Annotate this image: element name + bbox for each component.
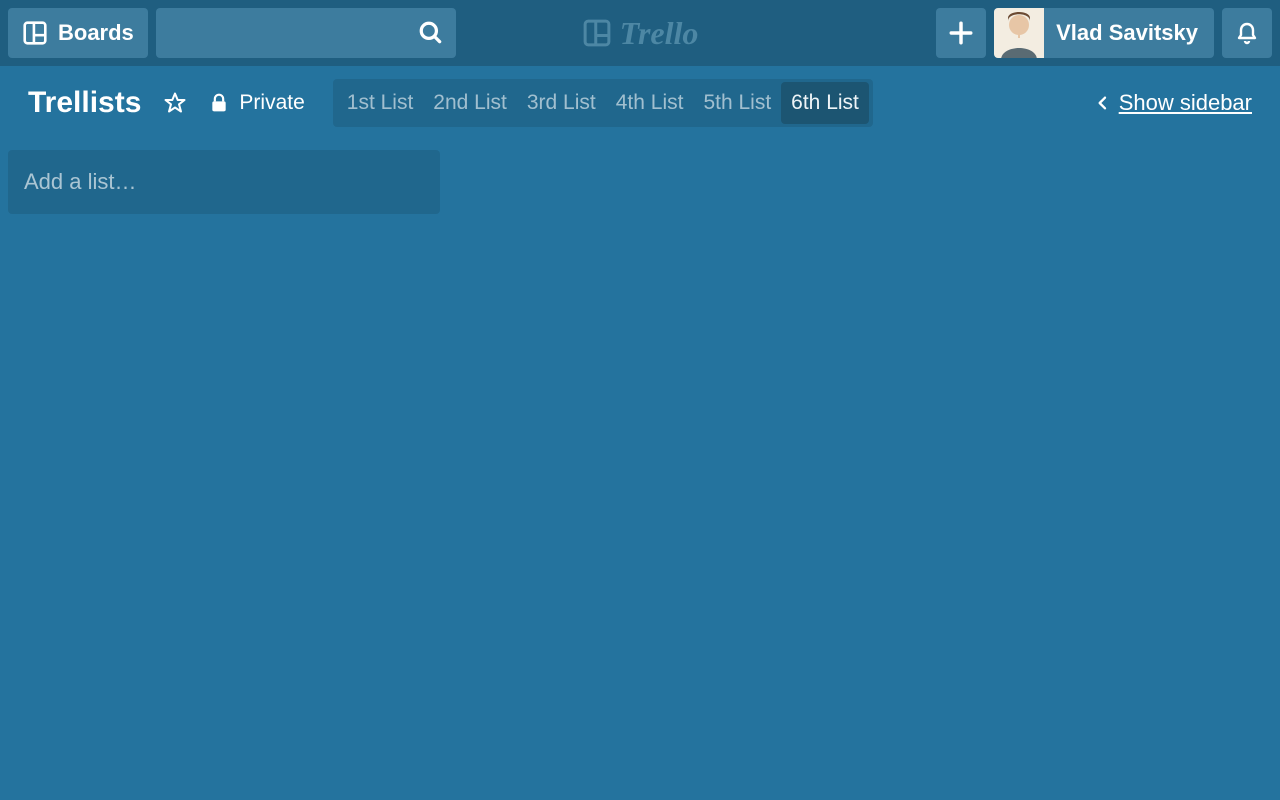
list-tab-label: 6th List (791, 91, 859, 115)
boards-button[interactable]: Boards (8, 8, 148, 58)
search-input[interactable] (156, 8, 456, 58)
list-tab-label: 1st List (347, 91, 414, 115)
list-tab-5[interactable]: 5th List (693, 82, 781, 124)
brand-board-icon (582, 18, 612, 48)
search-icon (418, 20, 444, 46)
list-tabs: 1st List 2nd List 3rd List 4th List 5th List… (333, 79, 873, 127)
board-body: Add a list… (0, 140, 1280, 224)
lock-icon (209, 92, 229, 114)
list-tab-1[interactable]: 1st List (337, 82, 424, 124)
list-tab-2[interactable]: 2nd List (423, 82, 517, 124)
list-tab-4[interactable]: 4th List (606, 82, 694, 124)
board-icon (22, 20, 48, 46)
user-menu[interactable]: Vlad Savitsky (994, 8, 1214, 58)
list-tab-label: 5th List (703, 91, 771, 115)
board-title[interactable]: Trellists (28, 86, 141, 120)
star-button[interactable] (159, 87, 191, 119)
chevron-left-icon (1095, 93, 1111, 113)
show-sidebar-button[interactable]: Show sidebar (1095, 90, 1252, 116)
plus-icon (948, 20, 974, 46)
list-tab-label: 3rd List (527, 91, 596, 115)
boards-button-label: Boards (58, 20, 134, 46)
show-sidebar-label: Show sidebar (1119, 90, 1252, 116)
list-tab-6[interactable]: 6th List (781, 82, 869, 124)
visibility-label: Private (239, 91, 304, 115)
list-tab-label: 4th List (616, 91, 684, 115)
add-list-button[interactable]: Add a list… (8, 150, 440, 214)
list-tab-label: 2nd List (433, 91, 507, 115)
add-list-label: Add a list… (24, 169, 137, 195)
visibility-button[interactable]: Private (209, 91, 304, 115)
top-nav: Boards Trello (0, 0, 1280, 66)
notifications-button[interactable] (1222, 8, 1272, 58)
avatar (994, 8, 1044, 58)
board-header: Trellists Private 1st List 2nd List 3rd Li… (0, 66, 1280, 140)
list-tab-3[interactable]: 3rd List (517, 82, 606, 124)
user-name: Vlad Savitsky (1056, 20, 1198, 46)
bell-icon (1235, 20, 1259, 46)
create-button[interactable] (936, 8, 986, 58)
star-icon (163, 91, 187, 115)
brand-name: Trello (620, 15, 699, 52)
